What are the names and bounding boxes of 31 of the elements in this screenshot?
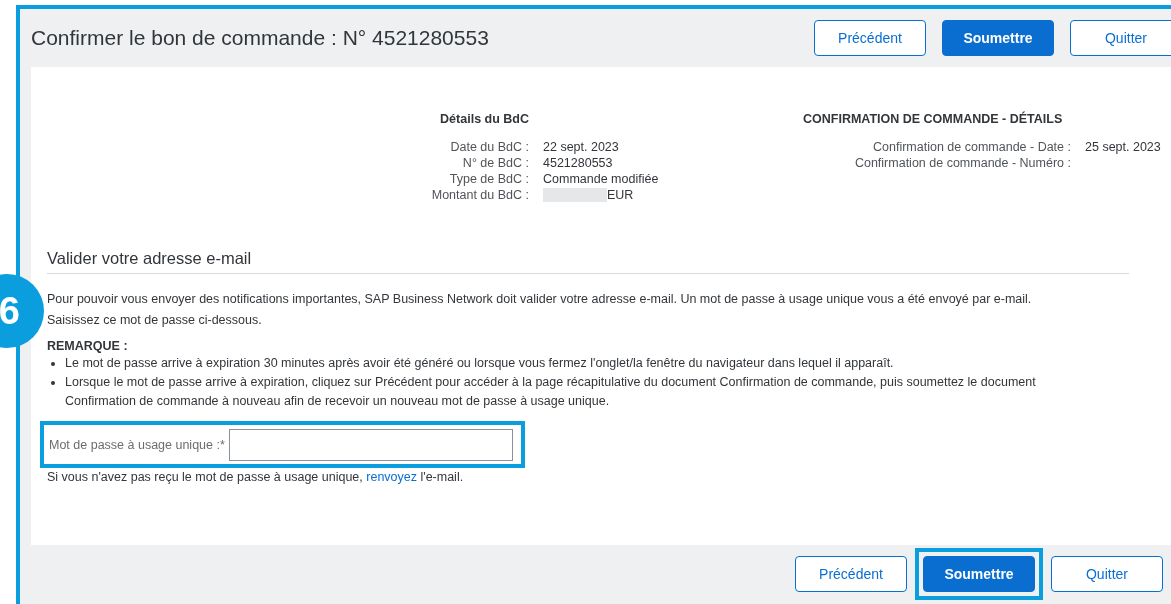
field-label: Confirmation de commande - Date : xyxy=(872,140,1071,154)
field-label: Montant du BdC : xyxy=(430,188,529,202)
secondary-button[interactable]: Quitter xyxy=(1051,556,1163,592)
field-label: Confirmation de commande - Numéro : xyxy=(853,156,1071,170)
resend-text: Si vous n'avez pas reçu le mot de passe à usage unique, renvoyez l'e-mail. xyxy=(47,470,465,484)
field-value: Commande modifiée xyxy=(543,172,659,186)
note-text: Lorsque le mot de passe arrive à expiration, cliquez sur Précédent pour accéder à la page récapitulative du document Confirmation de commande, puis soumettez le document Confirmation de commande à nouveau afin de recevoir un nouveau mot de passe à usage unique. xyxy=(65,374,1037,410)
field-value: EUR xyxy=(607,188,634,202)
field-label: N° de BdC : xyxy=(461,156,529,170)
section-heading: CONFIRMATION DE COMMANDE - DÉTAILS xyxy=(803,112,1064,126)
field-label: Mot de passe à usage unique :* xyxy=(49,437,225,452)
field-label: Date du BdC : xyxy=(449,140,529,154)
field-label: Type de BdC : xyxy=(448,172,529,186)
submit-button[interactable]: Soumettre xyxy=(923,556,1035,592)
field-value: 22 sept. 2023 xyxy=(543,140,619,154)
intro-text: Pour pouvoir vous envoyer des notifications importantes, SAP Business Network doit valider votre adresse e-mail. Un mot de passe à usage unique vous a été envoyé par e-mail. Saisissez ce mot de passe ci-dessous. xyxy=(47,291,1033,329)
resend-link[interactable]: renvoyez xyxy=(366,470,417,484)
note-heading: REMARQUE : xyxy=(47,339,129,353)
password-field[interactable] xyxy=(228,428,513,461)
secondary-button[interactable]: Précédent xyxy=(795,556,907,592)
note-text: Le mot de passe arrive à expiration 30 minutes après avoir été généré ou lorsque vous fermez l'onglet/la fenêtre du navigateur dans lequel il apparaît. xyxy=(65,355,894,372)
secondary-button[interactable]: Quitter xyxy=(1070,20,1171,56)
section-title: Valider votre adresse e-mail xyxy=(47,227,1129,274)
field-value: 4521280553 xyxy=(543,156,613,170)
field-value: 25 sept. 2023 xyxy=(1085,140,1161,154)
bullet-icon xyxy=(51,362,55,366)
bullet-icon xyxy=(51,381,55,385)
secondary-button[interactable]: Précédent xyxy=(814,20,926,56)
section-heading: Détails du BdC xyxy=(439,112,529,126)
submit-button[interactable]: Soumettre xyxy=(942,20,1054,56)
page-title: Confirmer le bon de commande : N° 4521280553 xyxy=(31,26,490,50)
